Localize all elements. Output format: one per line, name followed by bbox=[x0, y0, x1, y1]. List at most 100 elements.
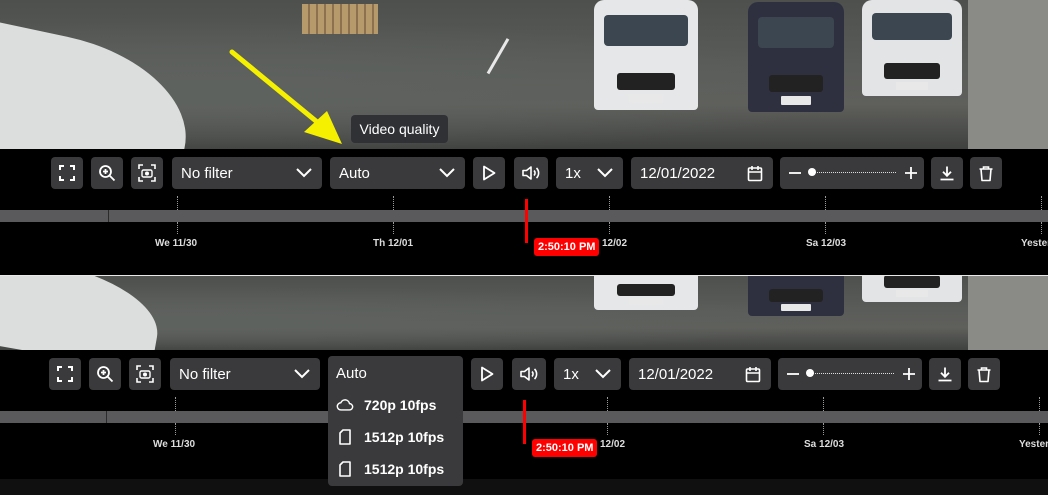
plus-icon[interactable] bbox=[902, 367, 916, 381]
video-quality-select[interactable]: Auto bbox=[330, 157, 465, 189]
fullscreen-button[interactable] bbox=[49, 358, 81, 390]
zoom-in-icon bbox=[97, 366, 114, 383]
tick-line bbox=[607, 397, 608, 411]
day-label: Yester bbox=[1019, 439, 1048, 450]
zoom-slider-handle[interactable] bbox=[808, 168, 816, 176]
delete-button[interactable] bbox=[968, 358, 1000, 390]
playhead-time-badge: 2:50:10 PM bbox=[534, 238, 600, 256]
camera-video-feed[interactable] bbox=[0, 276, 1048, 350]
chevron-down-icon bbox=[597, 168, 613, 178]
sd-card-icon bbox=[336, 461, 354, 477]
tick-line bbox=[1041, 196, 1042, 210]
video-quality-dropdown[interactable]: Auto 720p 10fps 1512p 10fps 1512p 10fps bbox=[328, 356, 463, 486]
quality-option-label: 720p 10fps bbox=[364, 397, 437, 413]
day-label: We 11/30 bbox=[153, 439, 196, 450]
calendar-icon bbox=[747, 165, 763, 181]
playback-toolbar: No filter 1x 12/01/2022 bbox=[0, 350, 1048, 397]
chevron-down-icon bbox=[595, 369, 611, 379]
zoom-button[interactable] bbox=[89, 358, 121, 390]
day-label: Yester bbox=[1021, 238, 1048, 249]
video-quality-selected[interactable]: Auto bbox=[336, 365, 367, 382]
tick-line bbox=[607, 423, 608, 435]
volume-button[interactable] bbox=[512, 358, 546, 390]
quality-option-label: 1512p 10fps bbox=[364, 461, 445, 477]
tick-line bbox=[825, 196, 826, 210]
tick-line bbox=[1039, 397, 1040, 411]
filter-select[interactable]: No filter bbox=[170, 358, 320, 390]
chevron-down-icon bbox=[296, 168, 312, 178]
quality-option-label: 1512p 10fps bbox=[364, 429, 445, 445]
minus-icon[interactable] bbox=[786, 367, 800, 381]
quality-option-1512p[interactable]: 1512p 10fps bbox=[328, 422, 463, 452]
camera-video-feed[interactable] bbox=[0, 0, 1048, 149]
tooltip-text: Video quality bbox=[359, 121, 440, 137]
zoom-track[interactable] bbox=[806, 369, 894, 377]
white-van-2 bbox=[862, 0, 962, 96]
building-wall bbox=[968, 0, 1048, 149]
download-button[interactable] bbox=[931, 157, 963, 189]
timeline-zoom-slider[interactable] bbox=[780, 157, 924, 189]
fullscreen-button[interactable] bbox=[51, 157, 83, 189]
play-button[interactable] bbox=[471, 358, 503, 390]
play-icon bbox=[483, 165, 496, 181]
date-picker[interactable]: 12/01/2022 bbox=[629, 358, 771, 390]
date-value: 12/01/2022 bbox=[640, 164, 716, 182]
dark-van bbox=[748, 276, 844, 316]
tick-line bbox=[609, 222, 610, 234]
playhead-cursor[interactable] bbox=[523, 400, 526, 444]
download-icon bbox=[938, 367, 952, 382]
wall-foreground bbox=[0, 17, 203, 149]
tick-line bbox=[609, 196, 610, 210]
timeline-segment-start bbox=[106, 411, 107, 423]
tick-line bbox=[1039, 423, 1040, 435]
zoom-track[interactable] bbox=[808, 168, 896, 176]
plus-icon[interactable] bbox=[904, 166, 918, 180]
volume-icon bbox=[520, 367, 538, 381]
building-wall bbox=[968, 276, 1048, 350]
download-button[interactable] bbox=[929, 358, 961, 390]
tick-line bbox=[175, 397, 176, 411]
playback-speed-value: 1x bbox=[565, 164, 581, 182]
playback-speed-select[interactable]: 1x bbox=[556, 157, 623, 189]
chevron-down-icon bbox=[439, 168, 455, 178]
filter-select-value: No filter bbox=[181, 164, 233, 182]
timeline-zoom-slider[interactable] bbox=[778, 358, 922, 390]
volume-button[interactable] bbox=[514, 157, 548, 189]
filter-select[interactable]: No filter bbox=[172, 157, 322, 189]
fullscreen-icon bbox=[57, 366, 73, 382]
tick-line bbox=[825, 222, 826, 234]
playhead-time-badge: 2:50:10 PM bbox=[532, 439, 598, 457]
white-van-2 bbox=[862, 276, 962, 302]
dark-van bbox=[748, 2, 844, 112]
trash-icon bbox=[977, 366, 991, 382]
date-value: 12/01/2022 bbox=[638, 365, 714, 383]
snapshot-button[interactable] bbox=[131, 157, 163, 189]
day-label: Th 12/01 bbox=[373, 238, 414, 249]
day-label: Sa 12/03 bbox=[804, 439, 845, 450]
playhead-cursor[interactable] bbox=[525, 199, 528, 243]
zoom-button[interactable] bbox=[91, 157, 123, 189]
playback-toolbar: No filter Auto 1x 12/01/2022 bbox=[0, 149, 1048, 196]
day-label: We 11/30 bbox=[155, 238, 198, 249]
white-van-1 bbox=[594, 276, 698, 310]
tick-line bbox=[393, 222, 394, 234]
minus-icon[interactable] bbox=[788, 166, 802, 180]
wall-foreground bbox=[0, 276, 167, 350]
playback-speed-value: 1x bbox=[563, 365, 579, 383]
playback-speed-select[interactable]: 1x bbox=[554, 358, 621, 390]
trash-icon bbox=[979, 165, 993, 181]
quality-option-1512p[interactable]: 1512p 10fps bbox=[328, 454, 463, 484]
calendar-icon bbox=[745, 366, 761, 382]
day-label: 12/02 bbox=[600, 439, 626, 450]
zoom-slider-handle[interactable] bbox=[806, 369, 814, 377]
date-picker[interactable]: 12/01/2022 bbox=[631, 157, 773, 189]
snapshot-button[interactable] bbox=[129, 358, 161, 390]
delete-button[interactable] bbox=[970, 157, 1002, 189]
parking-line bbox=[486, 38, 510, 75]
quality-option-720p[interactable]: 720p 10fps bbox=[328, 390, 463, 420]
play-button[interactable] bbox=[473, 157, 505, 189]
camera-panel-top: No filter Auto 1x 12/01/2022 We 11/30 Th… bbox=[0, 0, 1048, 275]
recording-timeline[interactable] bbox=[0, 210, 1048, 222]
sd-card-icon bbox=[336, 429, 354, 445]
download-icon bbox=[940, 166, 954, 181]
